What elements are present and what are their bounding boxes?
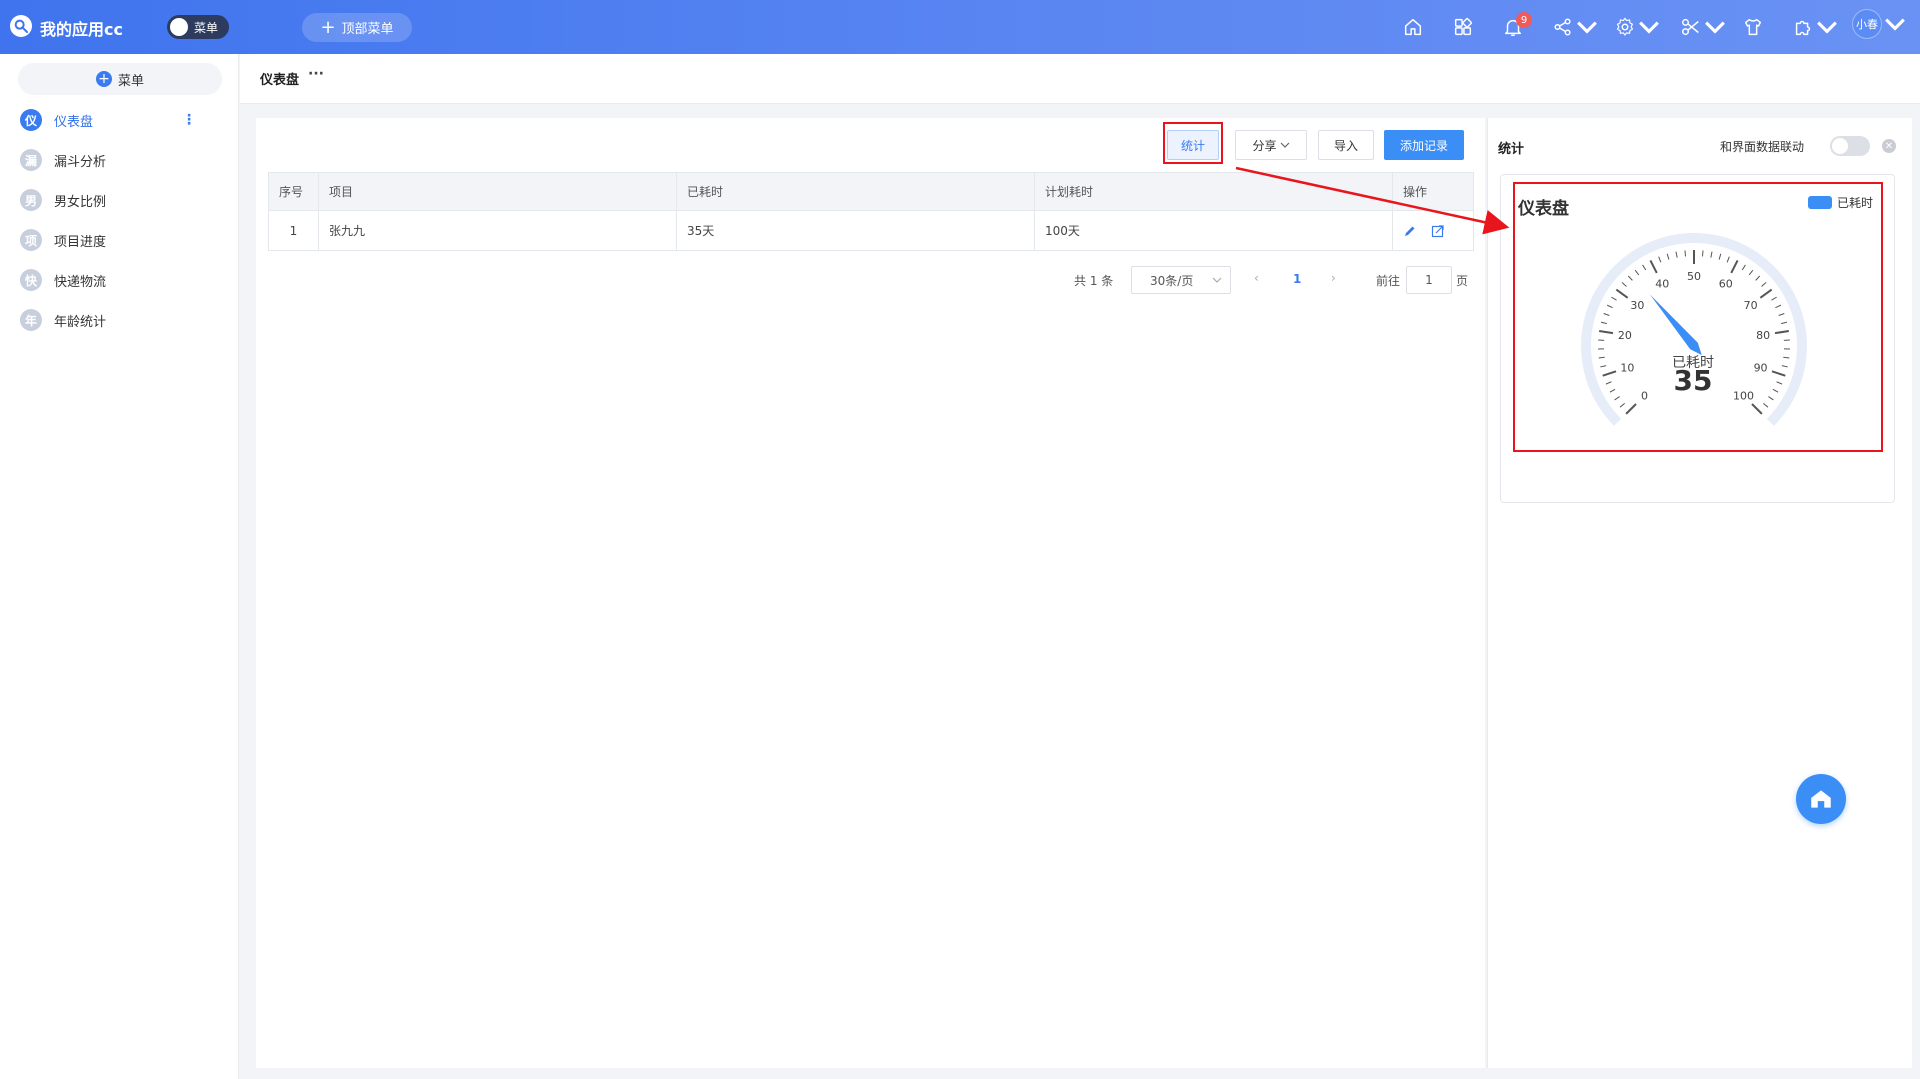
- chevron-down-icon: [1280, 142, 1289, 148]
- sidebar-item-label: 漏斗分析: [54, 154, 107, 170]
- sidebar-item-dashboard[interactable]: 仪 仪表盘 ⋮: [0, 102, 239, 138]
- column-header[interactable]: 项目: [318, 172, 677, 211]
- highlight-box-stat: [1163, 122, 1223, 164]
- plugin-puzzle-icon[interactable]: [1792, 15, 1838, 39]
- table-row[interactable]: 1 张九九 35天 100天: [268, 210, 1474, 251]
- settings-gear-icon[interactable]: [1614, 15, 1660, 39]
- sidebar-item-gender-ratio[interactable]: 男 男女比例: [0, 182, 239, 218]
- project-icon: 项: [20, 229, 42, 251]
- column-header[interactable]: 已耗时: [676, 172, 1035, 211]
- top-menu-button[interactable]: + 顶部菜单: [302, 13, 412, 42]
- actions-cell: [1392, 210, 1474, 251]
- sidebar-item-age-stats[interactable]: 年 年龄统计: [0, 302, 239, 338]
- menu-toggle-switch[interactable]: 菜单: [167, 15, 229, 39]
- next-page-icon[interactable]: ›: [1331, 271, 1336, 285]
- sidebar-item-project-progress[interactable]: 项 项目进度: [0, 222, 239, 258]
- import-button[interactable]: 导入: [1318, 130, 1374, 160]
- avatar: 小春: [1852, 9, 1882, 39]
- home-icon[interactable]: [1402, 15, 1424, 39]
- goto-label: 前往: [1376, 274, 1401, 288]
- row-index: 1: [268, 210, 319, 251]
- apps-grid-icon[interactable]: [1452, 15, 1474, 39]
- sidebar-item-funnel-analysis[interactable]: 漏 漏斗分析: [0, 142, 239, 178]
- sidebar: + 菜单 仪 仪表盘 ⋮ 漏 漏斗分析 男 男女比例 项 项目进度 快 快递物流…: [0, 54, 239, 1079]
- add-menu-button[interactable]: + 菜单: [18, 63, 222, 95]
- chevron-down-icon: [1212, 277, 1222, 283]
- chevron-down-icon: [1817, 21, 1837, 34]
- express-icon: 快: [20, 269, 42, 291]
- sidebar-item-express-logistics[interactable]: 快 快递物流: [0, 262, 239, 298]
- share-menu-icon[interactable]: [1552, 15, 1598, 39]
- project-cell: 张九九: [318, 210, 677, 251]
- top-menu-label: 顶部菜单: [341, 22, 394, 37]
- sidebar-item-label: 快递物流: [54, 274, 107, 290]
- stats-panel-title: 统计: [1498, 142, 1525, 157]
- share-button[interactable]: 分享: [1235, 130, 1307, 160]
- breadcrumb: 仪表盘 ···: [240, 54, 1920, 104]
- notification-badge: 9: [1516, 12, 1532, 28]
- tools-scissors-icon[interactable]: [1680, 15, 1726, 39]
- page-title[interactable]: 仪表盘: [260, 69, 299, 88]
- column-header[interactable]: 序号: [268, 172, 319, 211]
- main-panel: 统计 分享 导入 添加记录 序号 项目 已耗时 计划耗时 操作 1 张九九 35…: [256, 118, 1485, 1068]
- planned-cell: 100天: [1034, 210, 1393, 251]
- table-header-row: 序号 项目 已耗时 计划耗时 操作: [268, 172, 1474, 211]
- current-page[interactable]: 1: [1293, 272, 1301, 286]
- notification-bell-icon[interactable]: 9: [1502, 12, 1532, 39]
- close-icon[interactable]: ✕: [1882, 139, 1896, 153]
- share-label: 分享: [1252, 138, 1277, 153]
- goto-page-input[interactable]: 1: [1406, 266, 1452, 294]
- sidebar-item-label: 男女比例: [54, 194, 107, 210]
- add-menu-label: 菜单: [117, 73, 144, 89]
- records-table: 序号 项目 已耗时 计划耗时 操作 1 张九九 35天 100天: [268, 172, 1474, 251]
- theme-shirt-icon[interactable]: [1742, 15, 1764, 39]
- app-title[interactable]: 我的应用cc: [40, 16, 123, 40]
- chevron-down-icon: [1705, 21, 1725, 34]
- age-icon: 年: [20, 309, 42, 331]
- data-link-toggle[interactable]: [1830, 136, 1870, 156]
- data-link-label: 和界面数据联动: [1720, 140, 1805, 154]
- page-unit-label: 页: [1456, 274, 1469, 288]
- toggle-knob: [170, 18, 188, 36]
- funnel-icon: 漏: [20, 149, 42, 171]
- gender-icon: 男: [20, 189, 42, 211]
- chevron-down-icon: [1639, 21, 1659, 34]
- toggle-knob: [1832, 138, 1848, 154]
- plus-icon: +: [320, 16, 336, 38]
- app-logo-icon[interactable]: [10, 15, 32, 37]
- edit-pencil-icon[interactable]: [1403, 224, 1417, 238]
- highlight-box-gauge: [1513, 182, 1883, 452]
- sidebar-item-label: 项目进度: [54, 234, 107, 250]
- chevron-down-icon: [1577, 21, 1597, 34]
- total-count: 共 1 条: [1074, 274, 1114, 288]
- home-float-button[interactable]: [1796, 774, 1846, 824]
- chevron-down-icon: [1885, 18, 1905, 31]
- page-size-select[interactable]: 30条/页: [1131, 266, 1231, 294]
- more-options-icon[interactable]: ···: [308, 66, 324, 82]
- dashboard-icon: 仪: [20, 109, 42, 131]
- plus-circle-icon: +: [95, 71, 112, 87]
- home-icon: [1811, 790, 1831, 808]
- stats-panel: 统计 和界面数据联动 ✕ 仪表盘 已耗时 0 10 20 30 40 50 60 70 80 90…: [1487, 118, 1912, 1068]
- elapsed-cell: 35天: [676, 210, 1035, 251]
- prev-page-icon[interactable]: ‹: [1254, 271, 1259, 285]
- top-bar: 我的应用cc 菜单 + 顶部菜单 9 小春: [0, 0, 1920, 54]
- user-menu[interactable]: 小春: [1852, 9, 1906, 39]
- add-record-button[interactable]: 添加记录: [1384, 130, 1464, 160]
- column-header[interactable]: 计划耗时: [1034, 172, 1393, 211]
- sidebar-item-label: 仪表盘: [54, 114, 94, 130]
- more-vertical-icon[interactable]: ⋮: [182, 112, 196, 128]
- column-header: 操作: [1392, 172, 1474, 211]
- page-size-value: 30条/页: [1150, 273, 1194, 288]
- open-detail-icon[interactable]: [1431, 224, 1445, 238]
- sidebar-item-label: 年龄统计: [54, 314, 107, 330]
- pagination: 共 1 条 30条/页 ‹ 1 › 前往 1 页: [256, 266, 1485, 294]
- menu-toggle-label: 菜单: [194, 21, 219, 35]
